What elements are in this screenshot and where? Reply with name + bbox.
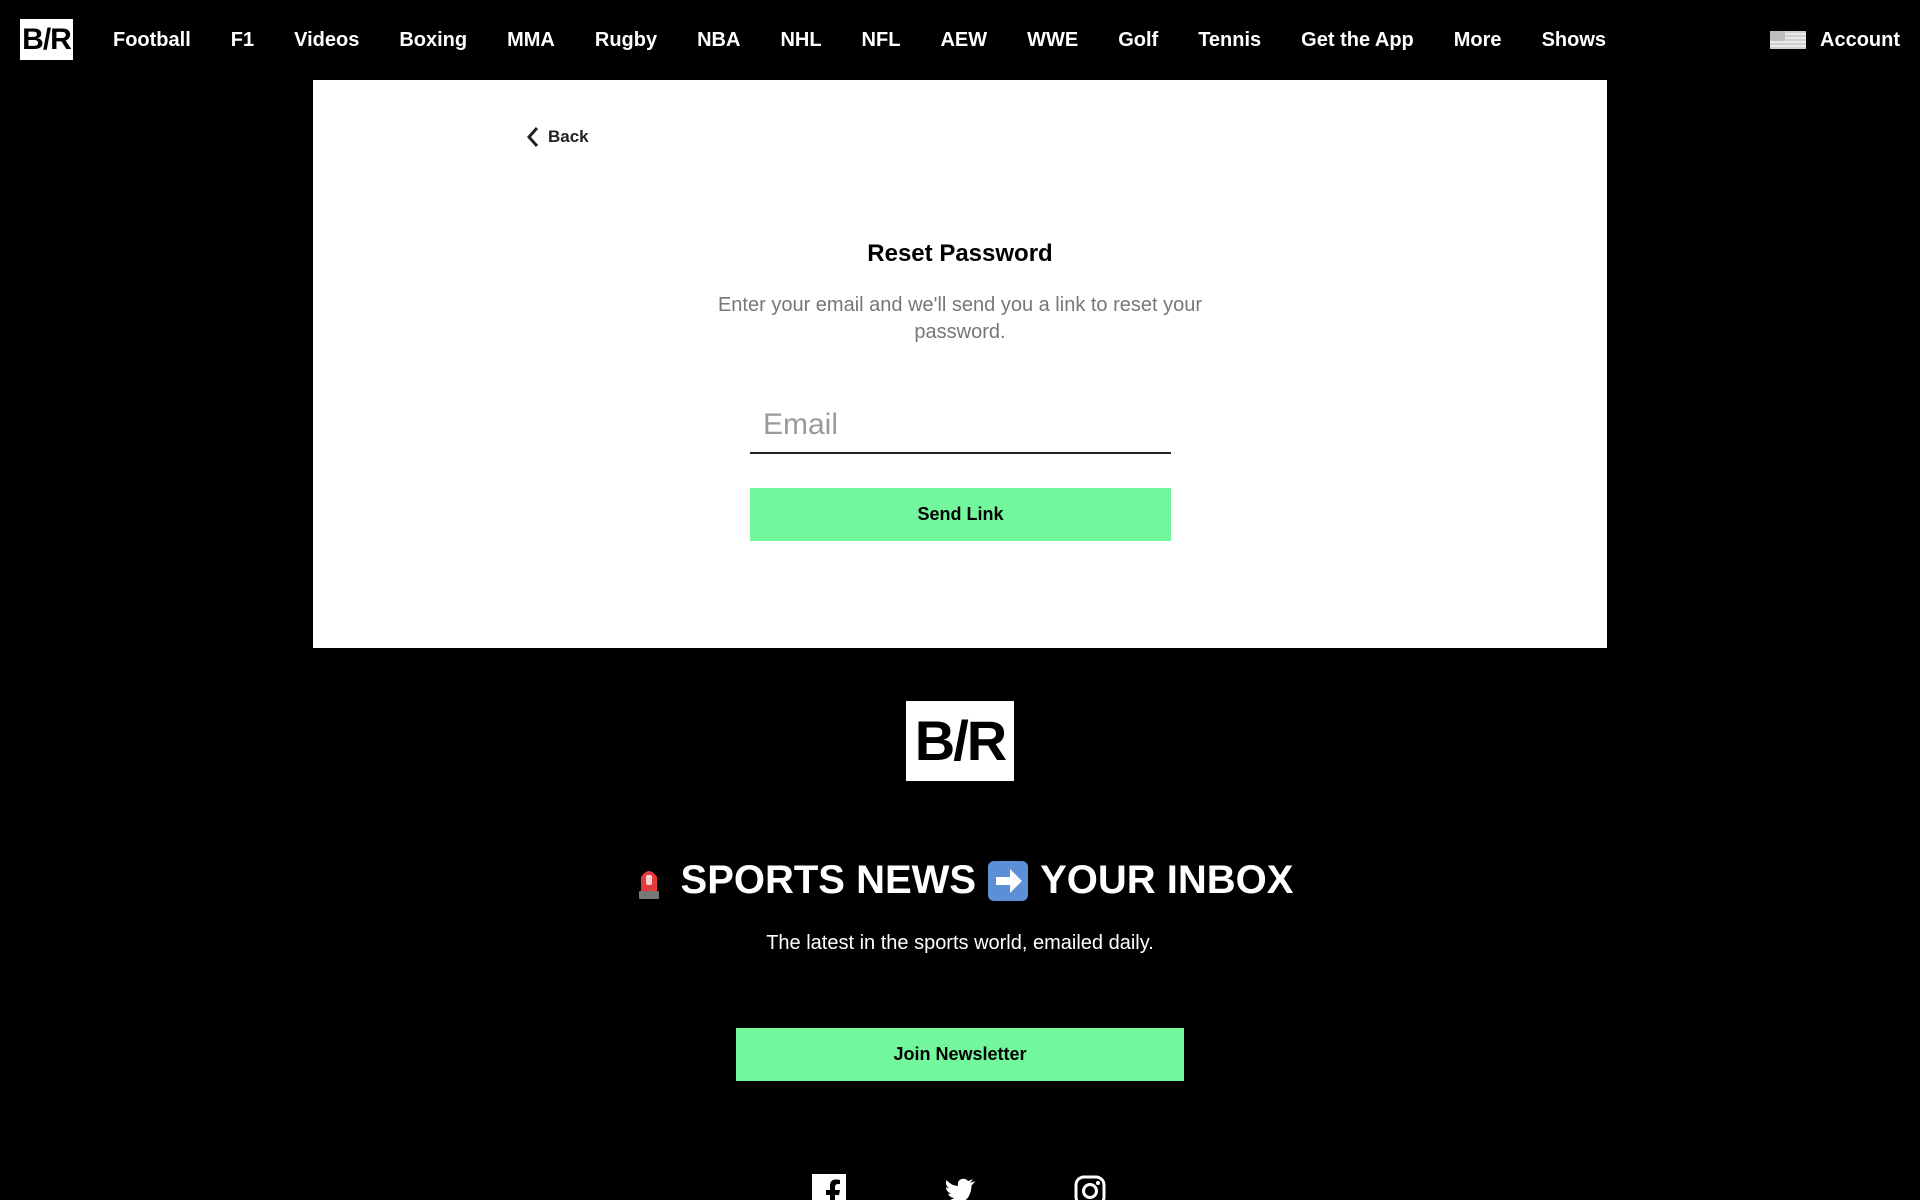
nav-item-nfl[interactable]: NFL: [842, 29, 921, 52]
newsletter-heading-part1: SPORTS NEWS: [680, 858, 977, 902]
nav-item-football[interactable]: Football: [93, 29, 211, 52]
back-label: Back: [548, 127, 589, 146]
right-arrow-emoji-icon: [988, 860, 1029, 901]
nav-item-nhl[interactable]: NHL: [760, 29, 841, 52]
newsletter-subheading: The latest in the sports world, emailed …: [766, 932, 1154, 954]
back-link[interactable]: Back: [526, 126, 589, 148]
footer-br-logo[interactable]: B/R: [906, 701, 1014, 781]
account-menu[interactable]: Account: [1770, 0, 1900, 80]
nav-item-get-the-app[interactable]: Get the App: [1281, 29, 1434, 52]
nav-item-tennis[interactable]: Tennis: [1178, 29, 1281, 52]
nav-item-f1[interactable]: F1: [211, 29, 274, 52]
newsletter-heading: SPORTS NEWS YOUR INBOX: [0, 858, 1920, 903]
nav-item-boxing[interactable]: Boxing: [379, 29, 487, 52]
nav-item-mma[interactable]: MMA: [487, 29, 575, 52]
chevron-left-icon: [526, 127, 539, 147]
nav-item-more[interactable]: More: [1434, 29, 1522, 52]
nav-item-golf[interactable]: Golf: [1098, 29, 1178, 52]
account-label: Account: [1820, 28, 1900, 51]
us-flag-icon: [1770, 31, 1806, 49]
twitter-icon[interactable]: [943, 1174, 977, 1200]
facebook-icon[interactable]: [812, 1174, 846, 1200]
page-title: Reset Password: [867, 240, 1053, 267]
nav-item-rugby[interactable]: Rugby: [575, 29, 677, 52]
nav-item-nba[interactable]: NBA: [677, 29, 760, 52]
siren-emoji-icon: [638, 870, 659, 899]
nav-item-videos[interactable]: Videos: [274, 29, 379, 52]
nav-item-aew[interactable]: AEW: [920, 29, 1007, 52]
top-nav: B/R Football F1 Videos Boxing MMA Rugby …: [0, 0, 1920, 80]
newsletter-heading-part2: YOUR INBOX: [1040, 858, 1294, 902]
nav-item-shows[interactable]: Shows: [1522, 29, 1626, 52]
join-newsletter-button[interactable]: Join Newsletter: [736, 1028, 1184, 1081]
send-link-button[interactable]: Send Link: [750, 488, 1171, 541]
br-logo[interactable]: B/R: [20, 19, 73, 60]
instagram-icon[interactable]: [1073, 1174, 1107, 1200]
page-subtitle: Enter your email and we'll send you a li…: [717, 294, 1203, 343]
nav-items: Football F1 Videos Boxing MMA Rugby NBA …: [93, 0, 1626, 80]
email-field[interactable]: [750, 398, 1171, 454]
nav-item-wwe[interactable]: WWE: [1007, 29, 1098, 52]
reset-password-card: Back Reset Password Enter your email and…: [313, 80, 1607, 648]
